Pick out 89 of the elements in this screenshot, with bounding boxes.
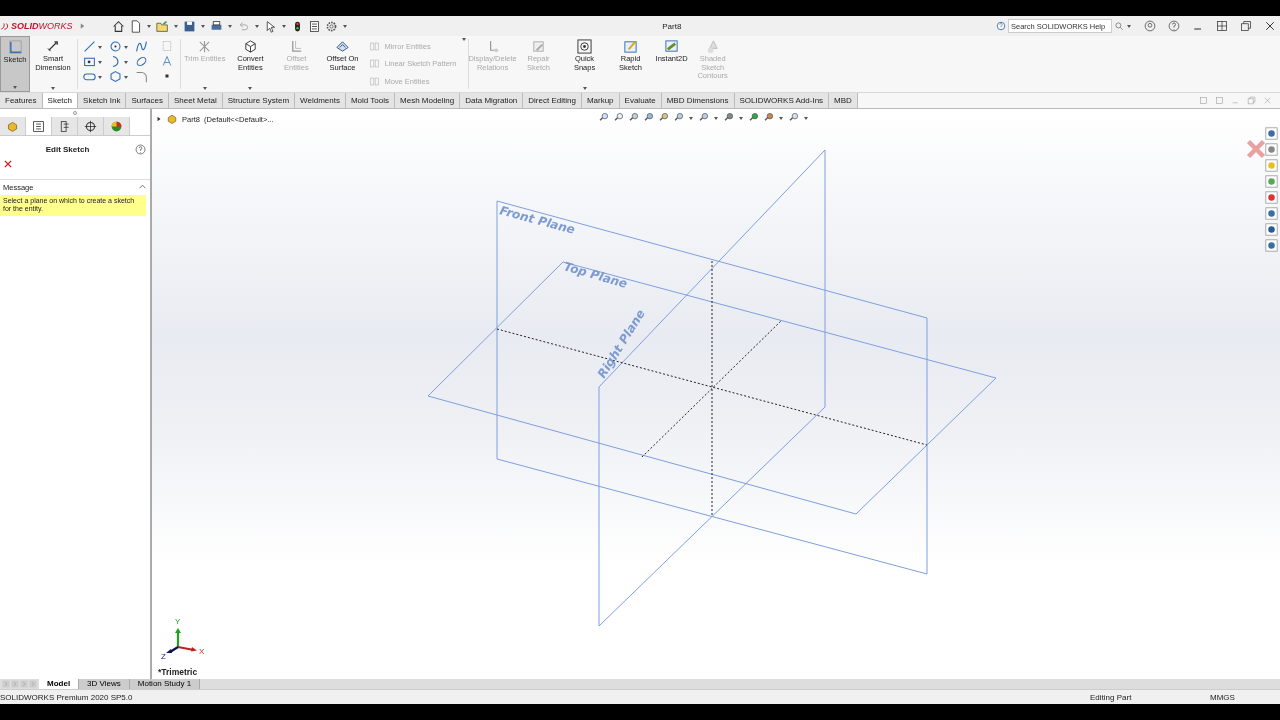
caret-icon[interactable] [341, 23, 348, 29]
plane-label: Top Plane [562, 259, 629, 291]
command-tab[interactable]: MBD [829, 93, 858, 108]
command-tab[interactable]: Data Migration [460, 93, 524, 108]
restore-icon[interactable] [1240, 20, 1252, 32]
command-tab[interactable]: Sketch Ink [78, 93, 127, 108]
caret-icon[interactable] [803, 114, 809, 121]
user-icon[interactable] [1144, 20, 1156, 32]
command-tab[interactable]: Markup [581, 93, 620, 108]
command-tab[interactable]: Surfaces [126, 93, 169, 108]
panel-tab[interactable] [52, 117, 78, 135]
rectangle-icon[interactable] [83, 55, 96, 68]
configuration-icon [58, 119, 71, 133]
panel-tab[interactable] [104, 117, 130, 135]
grip-icon[interactable] [72, 110, 78, 116]
unit-system[interactable]: MMGS [1210, 692, 1280, 702]
caret-icon[interactable] [1126, 23, 1132, 29]
caret-icon[interactable] [97, 43, 103, 50]
polygon-icon[interactable] [109, 70, 122, 83]
document-title: Part8 [661, 21, 683, 31]
line-icon[interactable] [83, 40, 96, 53]
product-version: SOLIDWORKS Premium 2020 SP5.0 [0, 692, 134, 702]
caret-icon[interactable] [738, 114, 744, 121]
caret-icon[interactable] [50, 85, 56, 91]
part-icon [6, 119, 19, 133]
caret-icon[interactable] [688, 114, 694, 121]
panel-title: Edit Sketch [44, 145, 91, 154]
ds-logo-icon [0, 20, 10, 32]
command-tab[interactable]: MBD Dimensions [661, 93, 735, 108]
cancel-icon[interactable] [3, 159, 13, 169]
command-tab[interactable]: Weldments [295, 93, 346, 108]
help-icon[interactable] [1168, 20, 1180, 32]
property-list-icon [32, 119, 45, 133]
crosshair-icon [84, 119, 97, 133]
view-name: *Trimetric [158, 667, 198, 677]
slot-icon[interactable] [83, 70, 96, 83]
caret-icon[interactable] [123, 73, 129, 80]
axis-label: X [199, 647, 205, 656]
axis-label: Z [161, 652, 166, 661]
zoom-to-fit-icon[interactable] [598, 112, 609, 123]
file-properties-icon[interactable] [307, 19, 321, 33]
caret-icon[interactable] [778, 114, 784, 121]
sketch-icon[interactable] [7, 40, 23, 55]
caret-icon[interactable] [123, 43, 129, 50]
save-icon[interactable] [182, 19, 196, 33]
command-tab[interactable]: SOLIDWORKS Add-Ins [734, 93, 830, 108]
fillet-icon[interactable] [135, 70, 148, 83]
command-tab[interactable]: Direct Editing [523, 93, 582, 108]
caret-icon[interactable] [247, 85, 254, 91]
part-icon [166, 113, 178, 125]
ellipse-icon[interactable] [135, 55, 148, 68]
command-tab[interactable]: Sketch [42, 93, 79, 108]
caret-icon[interactable] [172, 23, 179, 29]
caret-icon[interactable] [199, 23, 206, 29]
caret-icon[interactable] [226, 23, 233, 29]
open-folder-icon[interactable] [155, 19, 169, 33]
print-icon[interactable] [209, 19, 223, 33]
close-icon[interactable] [1264, 20, 1276, 32]
axis-label: Y [175, 617, 181, 626]
panel-tab[interactable] [78, 117, 104, 135]
command-tab[interactable]: Features [0, 93, 43, 108]
app-logo-text: SOLIDWORKS [11, 21, 73, 31]
caret-icon[interactable] [123, 58, 129, 65]
caret-icon[interactable] [713, 114, 719, 121]
caret-icon[interactable] [253, 23, 260, 29]
dimension-icon[interactable] [45, 39, 61, 54]
command-tab[interactable]: Evaluate [619, 93, 662, 108]
search-icon[interactable] [1114, 21, 1124, 31]
command-tab[interactable]: Mesh Modeling [395, 93, 461, 108]
circle-icon[interactable] [109, 40, 122, 53]
caret-icon[interactable] [581, 85, 588, 91]
caret-icon[interactable] [145, 23, 152, 29]
tile-icon[interactable] [1216, 20, 1228, 32]
caret-icon[interactable] [12, 84, 18, 90]
expand-arrow-icon[interactable] [156, 116, 162, 122]
settings-icon[interactable] [324, 19, 338, 33]
caret-icon[interactable] [97, 73, 103, 80]
caret-icon[interactable] [97, 58, 103, 65]
triad-axes [166, 628, 197, 653]
grid-dots-icon[interactable] [161, 40, 173, 52]
caret-icon[interactable] [280, 23, 287, 29]
editing-status: Editing Part [1090, 692, 1133, 702]
plane-label: Front Plane [498, 203, 577, 237]
command-tab[interactable]: Structure System [222, 93, 296, 108]
spline-icon[interactable] [135, 40, 148, 53]
command-tab[interactable]: Mold Tools [345, 93, 395, 108]
help-icon[interactable] [996, 21, 1006, 31]
help-icon[interactable] [135, 144, 146, 155]
command-tab[interactable]: Sheet Metal [169, 93, 223, 108]
